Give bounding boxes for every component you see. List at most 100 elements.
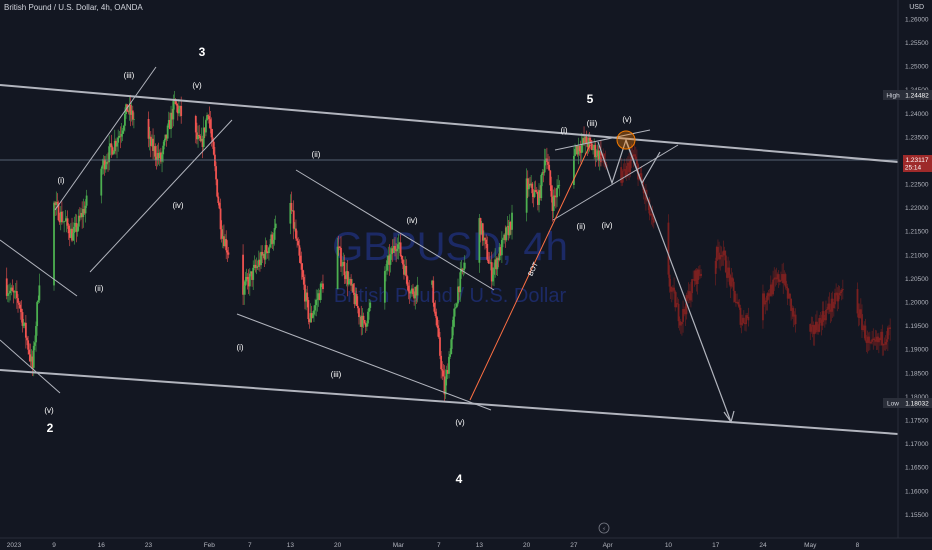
candle-body — [76, 226, 79, 232]
candle-body — [5, 278, 8, 296]
projection-candle-body — [681, 321, 683, 325]
projection-candle-body — [841, 289, 844, 290]
time-tick-label: 20 — [334, 542, 342, 549]
projection-candle-body — [832, 304, 835, 309]
candle-body — [15, 291, 18, 299]
wave-label-iii-4: (iii) — [331, 370, 342, 379]
candle-body — [214, 154, 216, 167]
projection-candle-body — [676, 303, 679, 304]
projection-candle-body — [732, 281, 735, 291]
candle-body — [194, 115, 197, 133]
projection-candle-body — [794, 314, 797, 325]
candle-body — [72, 232, 75, 241]
projection-candle-body — [668, 274, 671, 287]
projection-candle-body — [738, 304, 741, 308]
projection-candle-body — [768, 295, 771, 297]
candle-body — [122, 125, 125, 131]
projection-candle-body — [721, 255, 724, 257]
price-tick-label: 1.16000 — [905, 488, 929, 495]
candle-body — [322, 283, 324, 290]
projection-candle-body — [819, 318, 822, 320]
chart-background — [0, 0, 932, 550]
projection-candle-body — [822, 311, 825, 318]
price-tick-label: 1.23500 — [905, 134, 929, 141]
candle-body — [121, 130, 124, 134]
candle-body — [19, 304, 22, 309]
candle-body — [365, 323, 368, 327]
wave-label-iii-1: (iii) — [124, 71, 135, 80]
candle-body — [502, 238, 504, 240]
candle-body — [154, 146, 157, 157]
time-tick-label: 23 — [145, 542, 153, 549]
candle-body — [209, 119, 212, 129]
candle-body — [84, 205, 87, 214]
candle-body — [355, 294, 358, 306]
candle-body — [162, 145, 165, 155]
projection-candle-body — [840, 289, 843, 292]
wave-label-4: 4 — [456, 472, 463, 486]
price-tick-label: 1.19500 — [905, 323, 929, 330]
candle-body — [9, 290, 12, 294]
projection-candle-body — [697, 269, 700, 275]
candle-body — [505, 227, 508, 241]
candle-body — [451, 326, 454, 340]
candle-body — [369, 302, 372, 308]
scroll-to-realtime-glyph: ⚡ — [602, 526, 606, 533]
wave-label-i-5: (i) — [560, 126, 567, 135]
candle-body — [268, 247, 270, 254]
candle-body — [198, 134, 201, 137]
projection-candle-body — [818, 318, 821, 332]
projection-candle-body — [862, 328, 865, 330]
wave-label-i-4: (i) — [236, 343, 243, 352]
wave-label-v-5: (v) — [622, 115, 632, 124]
candle-body — [36, 302, 39, 327]
candle-body — [292, 210, 295, 229]
low-value: 1.18032 — [905, 401, 929, 408]
wave-label-v-4: (v) — [455, 418, 465, 427]
candle-body — [104, 164, 107, 170]
projection-candle-body — [859, 309, 862, 315]
candle-body — [491, 274, 494, 282]
projection-candle-body — [837, 295, 840, 302]
candle-body — [297, 240, 300, 246]
candle-body — [440, 355, 443, 370]
candle-body — [117, 137, 120, 143]
top-highlight-circle[interactable] — [616, 130, 636, 150]
candle-body — [225, 239, 228, 251]
wave-label-2: 2 — [47, 421, 54, 435]
candle-body — [319, 283, 322, 300]
candle-body — [336, 246, 339, 290]
projection-candle-body — [700, 273, 702, 276]
candle-body — [547, 161, 549, 165]
projection-candle-body — [881, 331, 884, 346]
price-tick-label: 1.20000 — [905, 300, 929, 307]
time-tick-label: 13 — [476, 542, 484, 549]
projection-candle-body — [733, 290, 736, 302]
projection-candle-body — [813, 332, 816, 335]
candle-body — [442, 370, 445, 377]
price-tick-label: 1.21000 — [905, 252, 929, 259]
candle-body — [244, 281, 247, 286]
projection-candle-body — [728, 267, 731, 276]
candle-body — [112, 151, 115, 155]
candle-body — [208, 116, 211, 120]
candle-body — [578, 145, 581, 152]
candle-body — [407, 285, 410, 292]
time-tick-label: Mar — [393, 542, 405, 549]
candle-body — [553, 195, 556, 197]
candle-body — [454, 307, 457, 309]
candle-body — [441, 369, 444, 371]
candle-body — [124, 113, 126, 126]
candle-body — [63, 221, 66, 223]
candle-body — [594, 144, 597, 158]
candle-body — [37, 300, 40, 303]
price-chart[interactable]: GBPUSD, 4h British Pound / U.S. Dollar 3… — [0, 0, 932, 550]
candle-body — [439, 337, 441, 356]
price-tick-label: 1.21500 — [905, 229, 929, 236]
projection-candle-body — [864, 325, 867, 341]
candle-body — [28, 349, 31, 355]
candle-body — [347, 280, 350, 285]
projection-candle-body — [873, 338, 876, 341]
candle-body — [33, 342, 36, 346]
candle-body — [11, 287, 14, 291]
